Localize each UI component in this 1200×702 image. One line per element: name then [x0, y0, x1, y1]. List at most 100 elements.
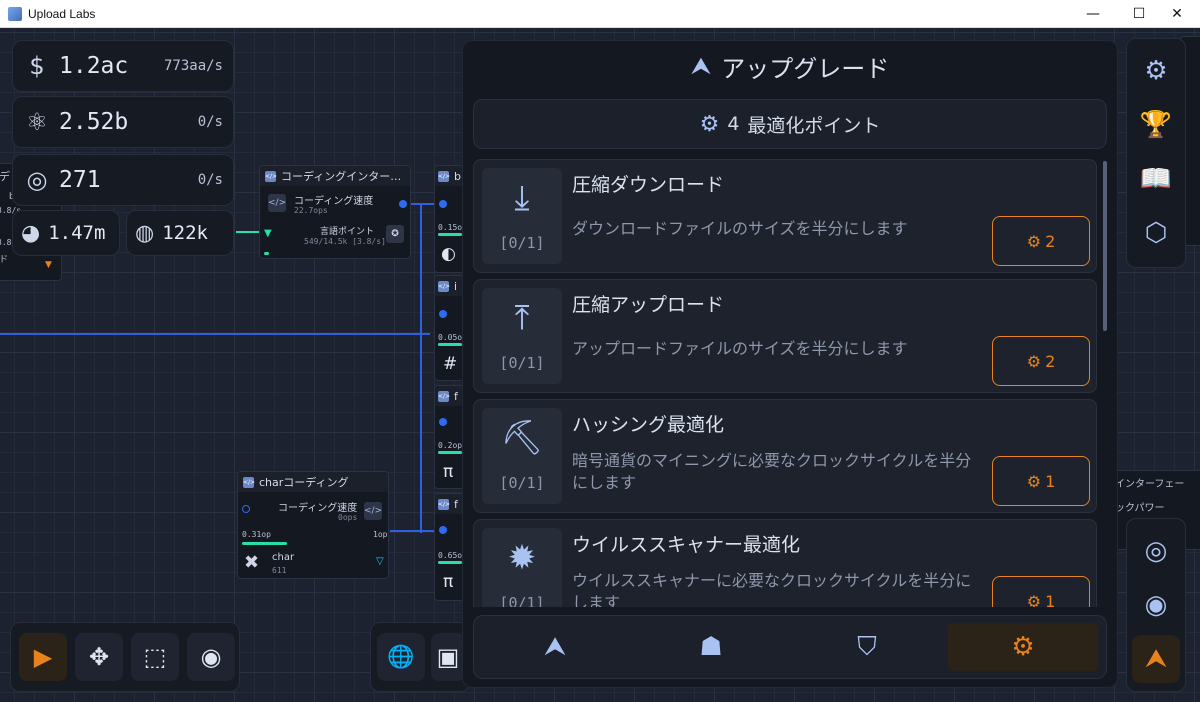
pi-icon: π [443, 462, 454, 482]
upgrade-card: ⛏ [0/1] ハッシング最適化 暗号通貨のマイニングに必要なクロックサイクルを… [473, 399, 1097, 513]
input-port[interactable] [439, 418, 447, 426]
node-title: コーディングインター… [281, 170, 402, 183]
virus-shield-icon: ✹ [507, 538, 537, 578]
node-canvas[interactable]: デ b 3.8/s 3.8 ド ▼ </>コーディングインター… </> コーデ… [0, 28, 1200, 702]
tool-bar: ▶ ✥ ⬚ ◉ [10, 622, 240, 692]
upgrade-description: ダウンロードファイルのサイズを半分にします [572, 219, 908, 238]
tab-security[interactable]: ⛉ [792, 623, 942, 671]
upload-icon: ⤒ [514, 298, 530, 338]
buy-upgrade-button[interactable]: ⚙ 2 [992, 216, 1090, 266]
network-button[interactable]: 🌐 [377, 633, 425, 681]
buy-upgrade-button[interactable]: ⚙ 1 [992, 576, 1090, 607]
node-column-2[interactable]: </> i 0.05op # [434, 275, 467, 381]
cursor-tool-button[interactable]: ▶ [19, 633, 67, 681]
money-value: 1.2ac [59, 53, 129, 79]
input-port[interactable] [439, 526, 447, 534]
gear-cog-icon: ⚙ [1026, 471, 1042, 491]
ribbon-icon: ✪ [386, 225, 404, 243]
node-title: f [454, 389, 458, 403]
hexagon-button[interactable]: ⬡ [1132, 209, 1180, 257]
node-coding-interface[interactable]: </> コーディングインター… </> コーディング速度 22.7ops 言語ポイ… [259, 165, 411, 259]
upgrade-cost: 1 [1045, 471, 1056, 491]
upgrade-list[interactable]: ⤓ [0/1] 圧縮ダウンロード ダウンロードファイルのサイズを半分にします ⚙… [473, 159, 1099, 607]
points-count: 4 [727, 113, 740, 135]
node-text: インターフェー [1115, 479, 1185, 490]
upgrades-button[interactable]: ⮝ [1132, 635, 1180, 683]
buy-upgrade-button[interactable]: ⚙ 2 [992, 336, 1090, 386]
upgrade-level: [0/1] [499, 594, 545, 607]
atom-icon: ⚛ [26, 108, 48, 136]
output-port[interactable]: ▽ [376, 556, 384, 567]
target-button[interactable]: ◉ [1132, 581, 1180, 629]
upgrade-card: ⤓ [0/1] 圧縮ダウンロード ダウンロードファイルのサイズを半分にします ⚙… [473, 159, 1097, 273]
gear-cog-icon: ⚙ [1026, 231, 1042, 251]
node-char-coding[interactable]: </> charコーディング コーディング速度 0ops </> 0.31op 1… [237, 471, 389, 579]
disc-icon: ◍ [135, 220, 155, 246]
output-port[interactable] [399, 200, 407, 208]
minimize-button[interactable]: — [1070, 0, 1116, 28]
node-text: デ [0, 170, 10, 183]
node-title: b [454, 169, 461, 183]
upgrade-icon-box: ⤒ [0/1] [482, 288, 562, 384]
gear-cog-icon: ⚙ [1026, 351, 1042, 371]
gear-cog-icon: ⚙ [699, 111, 720, 137]
code-tag-icon: </> [438, 170, 451, 182]
hacker-icon: ☗ [699, 632, 723, 662]
input-port[interactable] [242, 505, 250, 513]
tokens-rate: 0/s [197, 172, 223, 188]
node-value: 549/14.5k [3.8/s] [304, 237, 386, 246]
node-column-3[interactable]: </> f 0.2op π [434, 385, 464, 489]
node-column-1[interactable]: </> b 0.15op ◐ [434, 165, 467, 273]
close-button[interactable]: ✕ [1154, 0, 1200, 28]
input-port[interactable] [439, 200, 447, 208]
input-port[interactable] [439, 310, 447, 318]
achievements-button[interactable]: 🏆 [1132, 101, 1180, 149]
code-icon: </> [268, 194, 286, 212]
settings-icon: ⚙ [1144, 56, 1168, 86]
upgrade-description: ウイルススキャナーに必要なクロックサイクルを半分にします [572, 571, 972, 607]
upgrade-icon-box: ✹ [0/1] [482, 528, 562, 607]
tab-hackers[interactable]: ☗ [636, 623, 786, 671]
progress-bar [264, 252, 269, 255]
resource-tokens: ◎ 271 0/s [12, 154, 234, 206]
token-icon: ◎ [26, 166, 48, 194]
node-title: f [454, 497, 458, 511]
target-tool-button[interactable]: ◉ [187, 633, 235, 681]
wire [0, 333, 430, 335]
node-column-4[interactable]: </> f 0.65op π [434, 493, 467, 601]
buy-upgrade-button[interactable]: ⚙ 1 [992, 456, 1090, 506]
upgrade-level: [0/1] [499, 354, 545, 372]
half-circle-icon: ◐ [441, 244, 456, 264]
money-rate: 773aa/s [163, 58, 223, 74]
tab-optimization[interactable]: ⚙ [948, 623, 1098, 671]
hexagon-icon: ⬡ [1144, 218, 1168, 248]
input-port[interactable]: ▼ [264, 228, 272, 239]
move-tool-button[interactable]: ✥ [75, 633, 123, 681]
move-icon: ✥ [88, 643, 110, 671]
right-sidebar-bottom: ◎ ◉ ⮝ [1126, 518, 1186, 692]
select-box-icon: ⬚ [143, 643, 167, 671]
upgrade-tabs: ⮝ ☗ ⛉ ⚙ [473, 615, 1107, 679]
trophy-icon: 🏆 [1139, 110, 1173, 140]
node-value: 0.2op [438, 441, 463, 450]
node-text: ックパワー [1115, 503, 1165, 514]
small-resource-value: 1.47m [48, 222, 106, 244]
code-tag-icon: </> [438, 498, 451, 510]
guide-button[interactable]: 📖 [1132, 155, 1180, 203]
upgrade-name: 圧縮アップロード [572, 294, 725, 316]
wire [420, 203, 422, 533]
code-tag-icon: </> [243, 476, 256, 488]
upgrade-list-scrollbar[interactable] [1103, 161, 1107, 331]
tab-upgrades[interactable]: ⮝ [480, 623, 630, 671]
settings-button[interactable]: ⚙ [1132, 47, 1180, 95]
aperture-button[interactable]: ◎ [1132, 527, 1180, 575]
upgrade-name: ハッシング最適化 [572, 414, 725, 436]
upgrades-icon: ⮝ [1144, 643, 1168, 674]
gear-cog-icon: ⚙ [1011, 632, 1035, 662]
upgrade-cost: 2 [1045, 231, 1056, 251]
upgrade-description: アップロードファイルのサイズを半分にします [572, 339, 908, 358]
upgrade-name: 圧縮ダウンロード [572, 174, 725, 196]
hardware-button[interactable]: ▣ [431, 633, 465, 681]
select-tool-button[interactable]: ⬚ [131, 633, 179, 681]
node-value: 0ops [338, 513, 358, 522]
